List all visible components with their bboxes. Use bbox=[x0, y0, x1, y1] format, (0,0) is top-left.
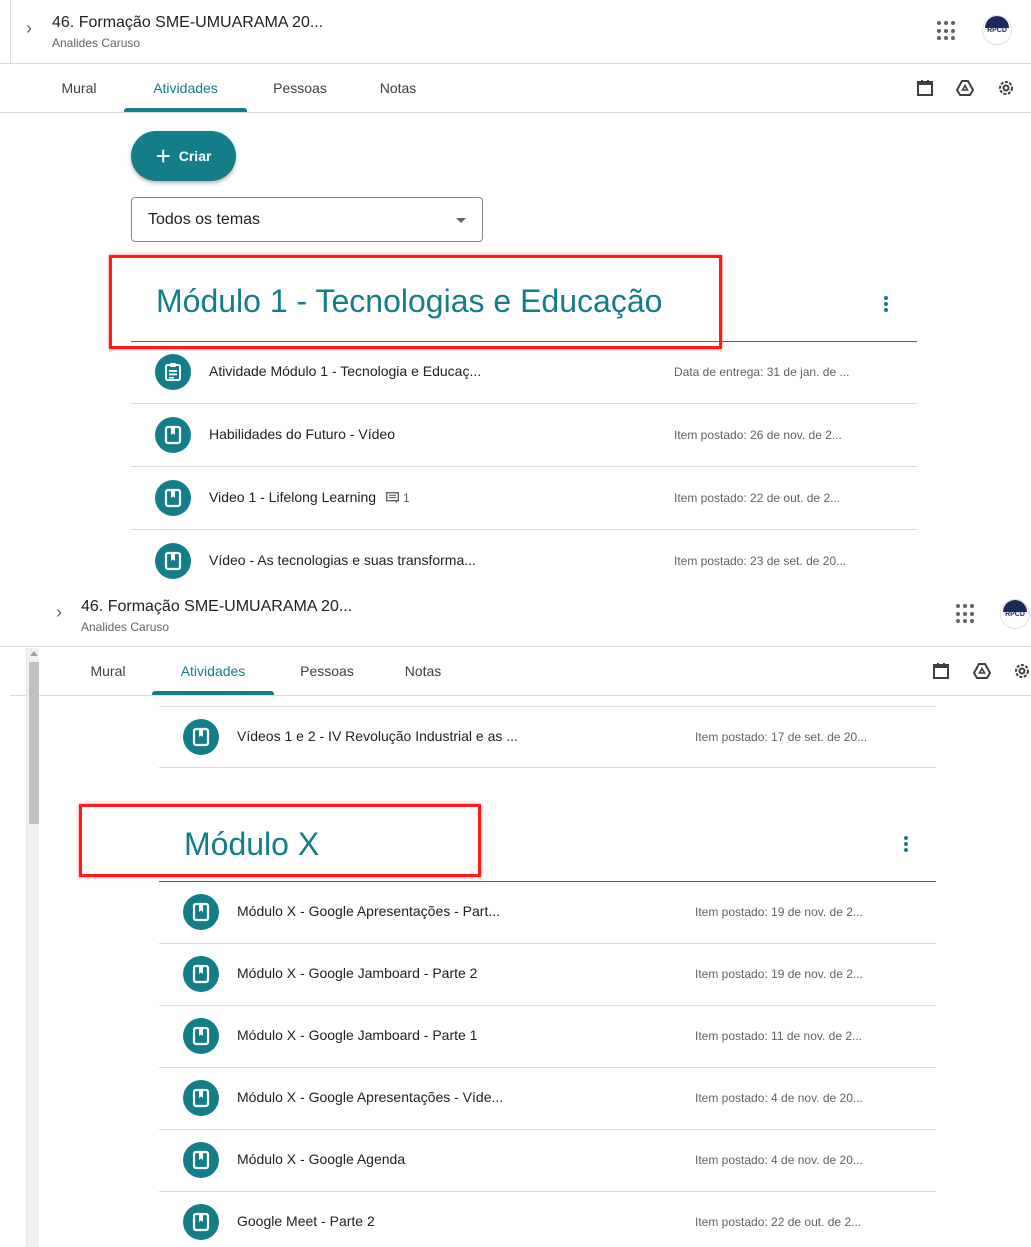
course-owner: Analides Caruso bbox=[52, 36, 141, 50]
google-apps-icon[interactable] bbox=[937, 21, 957, 41]
tab-bar: Mural Atividades Pessoas Notas bbox=[0, 63, 1031, 113]
settings-gear-icon[interactable] bbox=[996, 78, 1016, 98]
item-title: Módulo X - Google Jamboard - Parte 1 bbox=[237, 1027, 478, 1043]
tab-mural[interactable]: Mural bbox=[55, 64, 103, 112]
list-item[interactable]: Video 1 - Lifelong Learning 1 Item posta… bbox=[131, 468, 917, 530]
item-meta: Item postado: 22 de out. de 2... bbox=[674, 491, 841, 505]
item-title: Vídeos 1 e 2 - IV Revolução Industrial e… bbox=[237, 728, 518, 744]
item-meta: Item postado: 11 de nov. de 2... bbox=[695, 1029, 862, 1043]
classroom-view-scrolled: › 46. Formação SME-UMUARAMA 20... Analid… bbox=[0, 588, 1031, 1247]
item-title: Módulo X - Google Jamboard - Parte 2 bbox=[237, 965, 478, 981]
item-title: Módulo X - Google Apresentações - Víde..… bbox=[237, 1089, 504, 1105]
create-button[interactable]: + Criar bbox=[131, 131, 236, 181]
calendar-icon[interactable] bbox=[915, 78, 935, 98]
comment-count: 1 bbox=[385, 491, 410, 506]
classroom-view-top: › 46. Formação SME-UMUARAMA 20... Analid… bbox=[0, 0, 1031, 588]
create-button-label: Criar bbox=[178, 148, 212, 164]
list-item[interactable]: Módulo X - Google Apresentações - Víde..… bbox=[159, 1068, 936, 1130]
assignment-icon bbox=[155, 354, 191, 390]
item-meta: Item postado: 17 de set. de 20... bbox=[695, 730, 868, 744]
list-item[interactable]: Vídeos 1 e 2 - IV Revolução Industrial e… bbox=[159, 706, 936, 768]
course-title[interactable]: 46. Formação SME-UMUARAMA 20... bbox=[81, 598, 352, 616]
tab-notas[interactable]: Notas bbox=[368, 64, 428, 112]
list-item[interactable]: Google Meet - Parte 2 Item postado: 22 d… bbox=[159, 1192, 936, 1247]
material-icon bbox=[183, 1142, 219, 1178]
material-icon bbox=[155, 417, 191, 453]
tab-mural[interactable]: Mural bbox=[84, 647, 132, 695]
item-title: Módulo X - Google Agenda bbox=[237, 1151, 406, 1167]
material-icon bbox=[183, 1018, 219, 1054]
list-item[interactable]: Atividade Módulo 1 - Tecnologia e Educaç… bbox=[131, 342, 917, 404]
top-app-bar: › 46. Formação SME-UMUARAMA 20... Analid… bbox=[0, 0, 1031, 62]
highlight-box bbox=[79, 804, 481, 877]
item-title: Google Meet - Parte 2 bbox=[237, 1213, 375, 1229]
chevron-right-icon[interactable]: › bbox=[56, 602, 62, 623]
drive-icon[interactable] bbox=[955, 78, 975, 98]
comment-count-value: 1 bbox=[402, 491, 410, 506]
highlight-box bbox=[109, 255, 722, 349]
item-title: Video 1 - Lifelong Learning bbox=[209, 489, 377, 505]
item-title: Vídeo - As tecnologias e suas transforma… bbox=[209, 552, 476, 568]
list-item[interactable]: Habilidades do Futuro - Vídeo Item posta… bbox=[131, 405, 917, 467]
item-meta: Item postado: 22 de out. de 2... bbox=[695, 1215, 862, 1229]
list-item[interactable]: Módulo X - Google Agenda Item postado: 4… bbox=[159, 1130, 936, 1192]
tab-atividades[interactable]: Atividades bbox=[152, 647, 274, 695]
avatar[interactable]: RPCD bbox=[1000, 599, 1030, 629]
settings-gear-icon[interactable] bbox=[1012, 661, 1031, 681]
material-icon bbox=[155, 480, 191, 516]
topic-filter-select[interactable]: Todos os temas bbox=[131, 197, 483, 242]
plus-icon: + bbox=[155, 141, 171, 171]
course-title[interactable]: 46. Formação SME-UMUARAMA 20... bbox=[52, 14, 323, 32]
scroll-up-arrow-icon[interactable] bbox=[30, 651, 38, 656]
item-title: Módulo X - Google Apresentações - Part..… bbox=[237, 903, 501, 919]
item-meta: Item postado: 19 de nov. de 2... bbox=[695, 905, 863, 919]
drive-icon[interactable] bbox=[972, 661, 992, 681]
more-options-icon[interactable] bbox=[903, 834, 909, 854]
item-meta: Item postado: 4 de nov. de 20... bbox=[695, 1091, 863, 1105]
tab-atividades[interactable]: Atividades bbox=[124, 64, 247, 112]
item-meta: Item postado: 19 de nov. de 2... bbox=[695, 967, 863, 981]
material-icon bbox=[183, 956, 219, 992]
list-item[interactable]: Módulo X - Google Jamboard - Parte 1 Ite… bbox=[159, 1006, 936, 1068]
item-meta: Item postado: 23 de set. de 20... bbox=[674, 554, 847, 568]
left-margin bbox=[0, 648, 10, 1247]
dropdown-caret-icon bbox=[456, 218, 466, 223]
tab-notas[interactable]: Notas bbox=[393, 647, 453, 695]
material-icon bbox=[183, 1080, 219, 1116]
more-options-icon[interactable] bbox=[883, 294, 889, 314]
google-apps-icon[interactable] bbox=[956, 604, 976, 624]
material-icon bbox=[183, 894, 219, 930]
chevron-right-icon[interactable]: › bbox=[26, 18, 32, 39]
material-icon bbox=[155, 543, 191, 579]
tab-bar: Mural Atividades Pessoas Notas bbox=[0, 646, 1031, 696]
material-icon bbox=[183, 719, 219, 755]
item-title-group: Video 1 - Lifelong Learning 1 bbox=[209, 489, 410, 505]
comment-icon bbox=[385, 492, 399, 504]
topic-filter-value: Todos os temas bbox=[148, 211, 261, 228]
tab-pessoas[interactable]: Pessoas bbox=[292, 647, 362, 695]
scrollbar[interactable] bbox=[26, 648, 39, 1247]
list-item[interactable]: Módulo X - Google Apresentações - Part..… bbox=[159, 882, 936, 944]
item-title: Habilidades do Futuro - Vídeo bbox=[209, 426, 395, 442]
item-meta: Data de entrega: 31 de jan. de ... bbox=[674, 365, 850, 379]
item-meta: Item postado: 26 de nov. de 2... bbox=[674, 428, 842, 442]
list-item[interactable]: Módulo X - Google Jamboard - Parte 2 Ite… bbox=[159, 944, 936, 1006]
material-icon bbox=[183, 1204, 219, 1240]
top-app-bar: › 46. Formação SME-UMUARAMA 20... Analid… bbox=[0, 588, 1031, 650]
item-title: Atividade Módulo 1 - Tecnologia e Educaç… bbox=[209, 363, 482, 379]
tab-pessoas[interactable]: Pessoas bbox=[265, 64, 335, 112]
calendar-icon[interactable] bbox=[931, 661, 951, 681]
avatar[interactable]: RPCD bbox=[982, 15, 1012, 45]
item-meta: Item postado: 4 de nov. de 20... bbox=[695, 1153, 863, 1167]
scrollbar-thumb[interactable] bbox=[29, 662, 39, 824]
course-owner: Analides Caruso bbox=[81, 620, 170, 634]
list-item[interactable]: Vídeo - As tecnologias e suas transforma… bbox=[131, 531, 917, 588]
